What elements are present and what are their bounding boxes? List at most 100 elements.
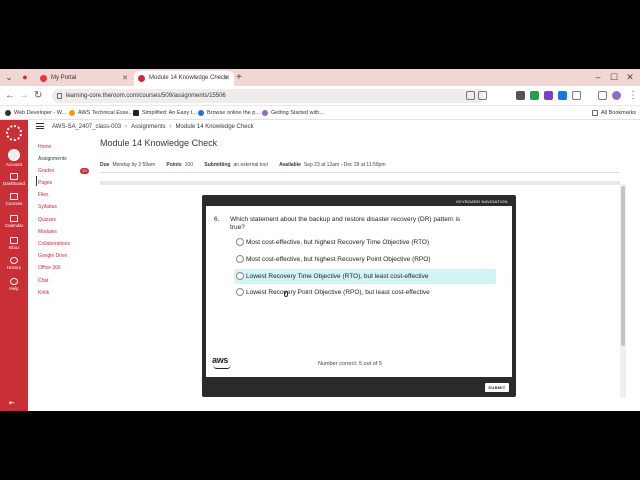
answer-option[interactable]: Lowest Recovery Point Objective (RPO), b… (234, 285, 496, 300)
help-icon (10, 278, 18, 285)
bookmark-favicon-icon (198, 110, 204, 116)
course-nav-chat[interactable]: Chat (38, 278, 49, 285)
points-label: Points (166, 162, 182, 168)
knowledge-check-frame: KEYBOARD NAVIGATION 6. Which statement a… (202, 195, 516, 397)
page-title: Module 14 Knowledge Check (100, 138, 218, 148)
course-nav-office-365[interactable]: Office 365 (38, 265, 61, 272)
maximize-icon[interactable]: ☐ (608, 71, 620, 83)
question-text: Which statement about the backup and res… (230, 216, 461, 231)
bookmark-star-icon[interactable] (478, 91, 487, 100)
hamburger-menu-icon[interactable] (36, 123, 44, 129)
bookmark-item[interactable]: Getting Started with... (262, 108, 324, 118)
url-field[interactable]: learning-core.theroom.com/courses/509/as… (52, 89, 484, 103)
answer-label: Lowest Recovery Time Objective (RTO), bu… (246, 273, 429, 280)
minimize-icon[interactable]: – (592, 71, 604, 83)
radio-icon[interactable] (236, 288, 244, 296)
collapse-nav-icon[interactable]: ⇤ (9, 399, 15, 407)
global-nav-calendar[interactable]: Calendar (0, 215, 28, 228)
bookmark-item[interactable]: Web Developer - W... (5, 108, 66, 118)
bookmark-item[interactable]: Simplified: An Easy t... (133, 108, 197, 118)
tab-module-14[interactable]: Module 14 Knowledge Check ✕ (134, 71, 234, 86)
reload-icon[interactable]: ↻ (34, 89, 42, 103)
global-nav-dashboard[interactable]: Dashboard (0, 173, 28, 186)
submitting-label: Submitting (204, 162, 231, 168)
assignment-details: Due Monday by 2:59am Points 100 Submitting… (100, 162, 396, 168)
keyboard-navigation-label[interactable]: KEYBOARD NAVIGATION (452, 198, 512, 205)
course-nav-quizzes[interactable]: Quizzes (38, 217, 56, 224)
calendar-icon (10, 215, 18, 222)
back-icon[interactable]: ← (5, 89, 15, 103)
menu-kebab-icon[interactable]: ⋮ (628, 89, 638, 103)
course-nav-modules[interactable]: Modules (38, 229, 57, 236)
correct-count: Number correct: 5 out of 5 (318, 361, 382, 367)
scrollbar-thumb[interactable] (621, 186, 625, 346)
bookmark-item[interactable]: AWS Technical Esse... (69, 108, 133, 118)
clock-icon (10, 257, 18, 264)
submitting-value: an external tool (233, 162, 268, 168)
course-nav-syllabus[interactable]: Syllabus (38, 204, 57, 211)
inbox-icon (10, 237, 18, 244)
available-value: Sep 23 at 12am - Dec 29 at 11:59pm (303, 162, 386, 168)
course-nav-files[interactable]: Files (38, 192, 49, 199)
site-info-icon[interactable] (57, 93, 62, 99)
close-icon[interactable]: ✕ (122, 71, 128, 86)
radio-icon[interactable] (236, 238, 244, 246)
address-bar-row: ← → ↻ learning-core.theroom.com/courses/… (0, 86, 640, 106)
course-nav-home[interactable]: Home (38, 144, 51, 151)
course-nav-google-drive[interactable]: Google Drive (38, 253, 67, 260)
answer-option[interactable]: Most cost-effective, but highest Recover… (234, 235, 496, 250)
extension-icon[interactable] (530, 91, 539, 100)
bookmark-favicon-icon (133, 110, 139, 116)
bookmarks-bar: Web Developer - W... AWS Technical Esse.… (0, 106, 640, 120)
grades-badge: 10 (80, 168, 89, 174)
question-card: 6. Which statement about the backup and … (206, 206, 512, 377)
course-nav-assignments[interactable]: Assignments (38, 156, 67, 163)
submit-button[interactable]: SUBMIT (485, 383, 509, 392)
available-label: Available (279, 162, 301, 168)
course-nav-kritik[interactable]: Kritik (38, 290, 49, 297)
new-tab-icon[interactable]: + (236, 71, 242, 84)
aws-favicon-icon (69, 110, 75, 116)
extension-icon[interactable] (544, 91, 553, 100)
answer-option[interactable]: Most cost-effective, but highest Recover… (234, 252, 496, 267)
due-value: Monday by 2:59am (112, 162, 155, 168)
due-label: Due (100, 162, 110, 168)
bookmark-item[interactable]: Browse online the p... (198, 108, 260, 118)
tool-progress-bar (100, 181, 620, 185)
extensions-puzzle-icon[interactable] (572, 91, 581, 100)
bookmark-favicon-icon (262, 110, 268, 116)
tab-my-portal[interactable]: My Portal ✕ (36, 71, 132, 86)
browser-tab-bar: ⌄ ● My Portal ✕ Module 14 Knowledge Chec… (0, 69, 640, 86)
aws-logo: aws (212, 355, 229, 365)
canvas-logo-icon[interactable] (6, 125, 22, 141)
divider (100, 172, 620, 173)
translate-icon[interactable] (466, 91, 475, 100)
download-icon[interactable] (598, 91, 607, 100)
extension-icon[interactable] (558, 91, 567, 100)
global-navigation: Account Dashboard Courses Calendar Inbox… (0, 120, 28, 411)
radio-icon[interactable] (236, 255, 244, 263)
points-value: 100 (184, 162, 193, 168)
global-nav-inbox[interactable]: Inbox (0, 237, 28, 250)
tab-search-icon[interactable]: ⌄ (3, 71, 15, 83)
forward-icon[interactable]: → (19, 89, 29, 103)
answer-option-hovered[interactable]: Lowest Recovery Time Objective (RTO), bu… (234, 269, 496, 284)
extension-icon[interactable]: ● (19, 71, 31, 83)
global-nav-history[interactable]: History (0, 257, 28, 270)
global-nav-courses[interactable]: Courses (0, 193, 28, 206)
extension-icon[interactable] (516, 91, 525, 100)
course-nav-collaborations[interactable]: Collaborations (38, 241, 70, 248)
window-close-icon[interactable]: ✕ (624, 71, 636, 83)
course-nav-grades[interactable]: Grades (38, 168, 54, 175)
avatar (8, 149, 20, 161)
folder-icon (592, 110, 598, 116)
profile-avatar-icon[interactable] (612, 91, 621, 100)
global-nav-account[interactable]: Account (0, 149, 28, 167)
mouse-cursor-icon (284, 291, 288, 297)
dashboard-icon (10, 173, 18, 180)
all-bookmarks[interactable]: All Bookmarks (592, 108, 636, 118)
radio-icon[interactable] (236, 272, 244, 280)
global-nav-help[interactable]: Help (0, 278, 28, 291)
course-nav-pages[interactable]: Pages (38, 180, 52, 187)
close-icon[interactable]: ✕ (224, 71, 230, 86)
